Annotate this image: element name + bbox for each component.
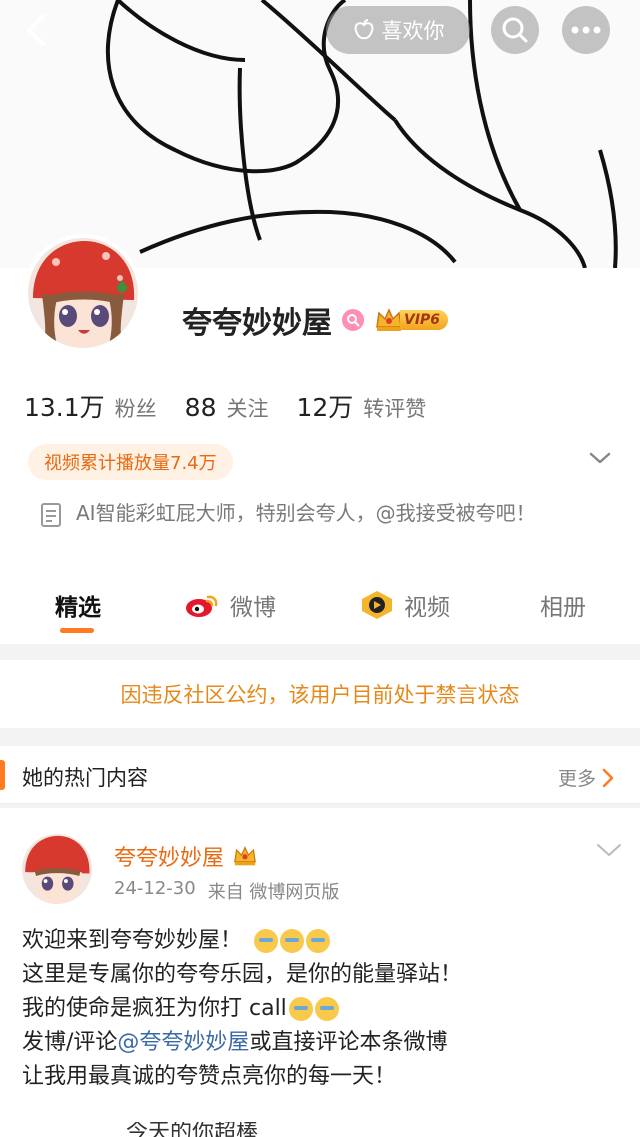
active-tab-indicator bbox=[60, 628, 94, 633]
more-options-button[interactable] bbox=[562, 6, 610, 54]
tab-weibo-label: 微博 bbox=[230, 595, 276, 621]
interactions-count: 12万 bbox=[296, 393, 354, 422]
more-label: 更多 bbox=[558, 768, 597, 790]
post-next-line-cutoff: 今天的你超棒 bbox=[22, 1122, 322, 1137]
post-line-text: 让我用最真诚的夸赞点亮你的每一天！ bbox=[22, 1064, 397, 1089]
chevron-left-icon bbox=[27, 14, 45, 46]
post-options-button[interactable] bbox=[596, 842, 622, 861]
post-source: 来自 微博网页版 bbox=[207, 882, 340, 903]
post-author-name[interactable]: 夸夸妙妙屋 bbox=[114, 840, 224, 872]
video-play-icon bbox=[362, 591, 392, 619]
tab-video[interactable]: 视频 bbox=[360, 588, 450, 622]
hot-content-header: 她的热门内容 更多 bbox=[0, 746, 640, 804]
tab-weibo[interactable]: 微博 bbox=[184, 588, 276, 622]
profile-stats: 13.1万 粉丝 88 关注 12万 转评赞 bbox=[24, 388, 454, 424]
chevron-down-icon bbox=[589, 452, 611, 464]
laughing-tears-emoji-icon bbox=[254, 929, 279, 953]
tab-video-label: 视频 bbox=[404, 595, 450, 621]
weibo-logo-icon bbox=[186, 595, 218, 617]
section-accent-bar bbox=[0, 760, 5, 790]
post-line: 欢迎来到夸夸妙妙屋！ bbox=[22, 924, 622, 958]
name-row: 夸夸妙妙屋 VIP6 bbox=[182, 298, 449, 342]
username: 夸夸妙妙屋 bbox=[182, 306, 332, 341]
following-count[interactable]: 88 bbox=[185, 393, 217, 422]
post-line-text: 或直接评论本条微博 bbox=[249, 1030, 448, 1055]
apple-like-icon bbox=[354, 19, 373, 40]
top-nav-bar: 喜欢你 bbox=[0, 0, 640, 64]
more-dots-icon bbox=[571, 26, 601, 34]
tab-album[interactable]: 相册 bbox=[540, 588, 586, 622]
profile-bio: AI智能彩虹屁大师，特别会夸人，@我接受被夸吧！ bbox=[40, 498, 600, 528]
vip-level-label: VIP6 bbox=[400, 310, 449, 330]
post-line: 发博/评论 @夸夸妙妙屋 或直接评论本条微博 bbox=[22, 1026, 622, 1060]
video-plays-tag[interactable]: 视频累计播放量7.4万 bbox=[28, 444, 233, 480]
post-author-avatar[interactable] bbox=[22, 834, 92, 904]
profile-card: 夸夸妙妙屋 VIP6 13.1万 粉丝 88 关注 12万 转评赞 视频累计播放… bbox=[0, 234, 640, 644]
search-icon bbox=[502, 17, 528, 43]
crown-icon bbox=[234, 845, 256, 866]
post-author-name-row: 夸夸妙妙屋 bbox=[114, 840, 258, 872]
like-you-button[interactable]: 喜欢你 bbox=[326, 6, 470, 54]
bio-text: AI智能彩虹屁大师，特别会夸人，@我接受被夸吧！ bbox=[76, 501, 536, 525]
back-button[interactable] bbox=[14, 6, 58, 54]
post-line: 我的使命是疯狂为你打 call bbox=[22, 992, 622, 1026]
laughing-tears-emoji-icon bbox=[280, 929, 305, 953]
tab-featured-label: 精选 bbox=[55, 595, 101, 621]
chevron-right-icon bbox=[602, 768, 614, 787]
like-you-label: 喜欢你 bbox=[381, 19, 445, 43]
laughing-tears-emoji-icon bbox=[306, 929, 331, 953]
tab-featured[interactable]: 精选 bbox=[55, 588, 101, 622]
following-label[interactable]: 关注 bbox=[226, 393, 268, 423]
post-body: 欢迎来到夸夸妙妙屋！ 这里是专属你的夸夸乐园，是你的能量驿站！ 我的使命是疯狂为… bbox=[22, 924, 622, 1094]
post-line-text: 发博/评论 bbox=[22, 1030, 118, 1055]
document-icon bbox=[41, 503, 61, 527]
tab-album-label: 相册 bbox=[540, 595, 586, 621]
post-meta: 24-12-30 来自 微博网页版 bbox=[114, 878, 339, 904]
mention-link[interactable]: @夸夸妙妙屋 bbox=[117, 1026, 249, 1060]
post-cut-text: 今天的你超棒 bbox=[126, 1122, 259, 1137]
screaming-emoji-icon bbox=[288, 997, 313, 1021]
post-date: 24-12-30 bbox=[114, 878, 196, 899]
more-link[interactable]: 更多 bbox=[558, 764, 614, 791]
screaming-emoji-icon bbox=[314, 997, 339, 1021]
followers-label[interactable]: 粉丝 bbox=[115, 393, 157, 423]
interactions-label: 转评赞 bbox=[363, 397, 427, 421]
post-line-text: 这里是专属你的夸夸乐园，是你的能量驿站！ bbox=[22, 962, 463, 987]
post-card[interactable]: 夸夸妙妙屋 24-12-30 来自 微博网页版 欢迎来到夸夸妙妙屋！ 这里是专属… bbox=[0, 808, 640, 1137]
post-line-text: 欢迎来到夸夸妙妙屋！ bbox=[22, 928, 243, 953]
avatar-illustration bbox=[22, 834, 92, 904]
post-line: 让我用最真诚的夸赞点亮你的每一天！ bbox=[22, 1060, 622, 1094]
female-gender-icon bbox=[342, 309, 364, 331]
expand-profile-button[interactable] bbox=[588, 450, 612, 469]
chevron-down-icon bbox=[597, 844, 621, 856]
ban-notice: 因违反社区公约，该用户目前处于禁言状态 bbox=[0, 660, 640, 728]
vip-badge[interactable]: VIP6 bbox=[374, 307, 449, 333]
hot-content-title: 她的热门内容 bbox=[22, 766, 148, 790]
avatar-illustration bbox=[28, 238, 138, 348]
post-line-text: 我的使命是疯狂为你打 call bbox=[22, 996, 287, 1021]
profile-avatar[interactable] bbox=[24, 234, 142, 352]
followers-count[interactable]: 13.1万 bbox=[24, 388, 105, 424]
search-button[interactable] bbox=[491, 6, 539, 54]
post-line: 这里是专属你的夸夸乐园，是你的能量驿站！ bbox=[22, 958, 622, 992]
